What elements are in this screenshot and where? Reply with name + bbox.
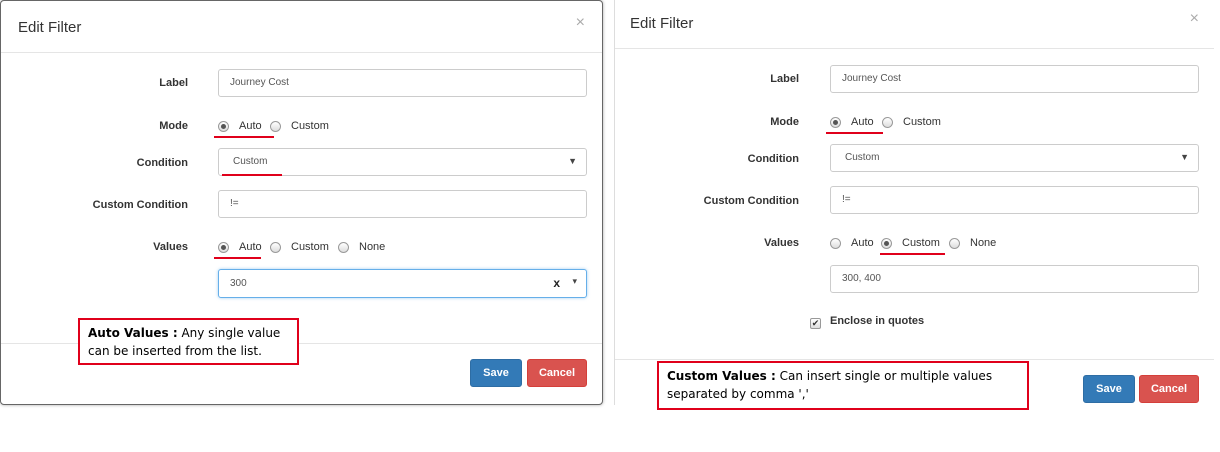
cancel-button[interactable]: Cancel: [1139, 375, 1199, 403]
modal-title: Edit Filter: [18, 19, 82, 36]
callout-title: Custom Values :: [667, 369, 776, 383]
mode-radio-auto[interactable]: Auto: [830, 114, 874, 130]
mode-radio-auto[interactable]: Auto: [218, 118, 262, 134]
radio-label: Auto: [239, 241, 262, 253]
callout-title: Auto Values :: [88, 326, 178, 340]
values-radio-custom[interactable]: Custom: [881, 235, 940, 251]
radio-label: Custom: [902, 237, 940, 249]
caret-down-icon: ▼: [1180, 152, 1189, 162]
modal-header: Edit Filter ×: [615, 0, 1214, 49]
values-select[interactable]: 300 x ▾: [218, 269, 587, 298]
highlight-underline: [222, 174, 282, 176]
radio-unselected-icon: [949, 237, 960, 249]
highlight-underline: [826, 132, 883, 134]
highlight-underline: [880, 253, 945, 255]
cancel-button[interactable]: Cancel: [527, 359, 587, 387]
condition-select-value: Custom: [233, 156, 268, 167]
values-radio-custom[interactable]: Custom: [270, 239, 329, 255]
check-icon: ✔: [811, 318, 820, 328]
radio-unselected-icon: [830, 237, 841, 249]
highlight-underline: [214, 257, 261, 259]
values-radio-auto[interactable]: Auto: [830, 235, 874, 251]
clear-icon[interactable]: x: [553, 276, 560, 290]
mode-radio-custom[interactable]: Custom: [882, 114, 941, 130]
radio-label: Custom: [291, 241, 329, 253]
radio-unselected-icon: [338, 241, 349, 253]
enclose-quotes-label: Enclose in quotes: [830, 315, 925, 327]
radio-label: Auto: [851, 237, 874, 249]
close-icon[interactable]: ×: [1190, 10, 1199, 28]
radio-label: Auto: [851, 116, 874, 128]
values-radio-none[interactable]: None: [338, 239, 385, 255]
radio-selected-icon: [218, 120, 229, 132]
edit-filter-modal-auto: Edit Filter × Label Journey Cost Mode Au…: [0, 0, 603, 405]
label-field-label: Label: [770, 73, 799, 85]
mode-label: Mode: [159, 120, 188, 132]
highlight-underline: [214, 136, 274, 138]
radio-label: Custom: [291, 120, 329, 132]
values-input[interactable]: 300, 400: [830, 265, 1199, 293]
values-label: Values: [153, 241, 188, 253]
close-icon[interactable]: ×: [576, 14, 585, 32]
radio-label: None: [970, 237, 997, 249]
condition-select[interactable]: Custom ▼: [218, 148, 587, 176]
radio-unselected-icon: [270, 241, 281, 253]
condition-select-value: Custom: [845, 152, 880, 163]
modal-header: Edit Filter ×: [1, 1, 602, 53]
caret-down-icon: ▼: [568, 156, 577, 166]
save-button[interactable]: Save: [470, 359, 522, 387]
caret-down-icon: ▾: [572, 276, 577, 286]
label-input[interactable]: Journey Cost: [218, 69, 587, 97]
label-input[interactable]: Journey Cost: [830, 65, 1199, 93]
radio-unselected-icon: [270, 120, 281, 132]
condition-label: Condition: [747, 153, 799, 165]
condition-label: Condition: [136, 157, 188, 169]
custom-values-callout: Custom Values : Can insert single or mul…: [657, 361, 1029, 410]
values-select-value: 300: [230, 278, 247, 289]
edit-filter-modal-custom: Edit Filter × Label Journey Cost Mode Au…: [614, 0, 1214, 410]
radio-unselected-icon: [882, 116, 893, 128]
radio-selected-icon: [881, 237, 892, 249]
values-radio-auto[interactable]: Auto: [218, 239, 262, 255]
radio-label: Custom: [903, 116, 941, 128]
label-field-label: Label: [159, 77, 188, 89]
modal-footer-divider: [615, 359, 1214, 360]
custom-condition-label: Custom Condition: [703, 195, 799, 207]
mode-label: Mode: [770, 116, 799, 128]
condition-select[interactable]: Custom ▼: [830, 144, 1199, 172]
modal-title: Edit Filter: [630, 15, 694, 32]
values-label: Values: [764, 237, 799, 249]
custom-condition-label: Custom Condition: [92, 199, 188, 211]
values-radio-none[interactable]: None: [949, 235, 996, 251]
enclose-quotes-checkbox[interactable]: ✔: [810, 318, 821, 329]
radio-selected-icon: [830, 116, 841, 128]
auto-values-callout: Auto Values : Any single value can be in…: [78, 318, 299, 365]
custom-condition-input[interactable]: !=: [218, 190, 587, 218]
mode-radio-custom[interactable]: Custom: [270, 118, 329, 134]
radio-selected-icon: [218, 241, 229, 253]
radio-label: Auto: [239, 120, 262, 132]
custom-condition-input[interactable]: !=: [830, 186, 1199, 214]
save-button[interactable]: Save: [1083, 375, 1135, 403]
radio-label: None: [359, 241, 386, 253]
